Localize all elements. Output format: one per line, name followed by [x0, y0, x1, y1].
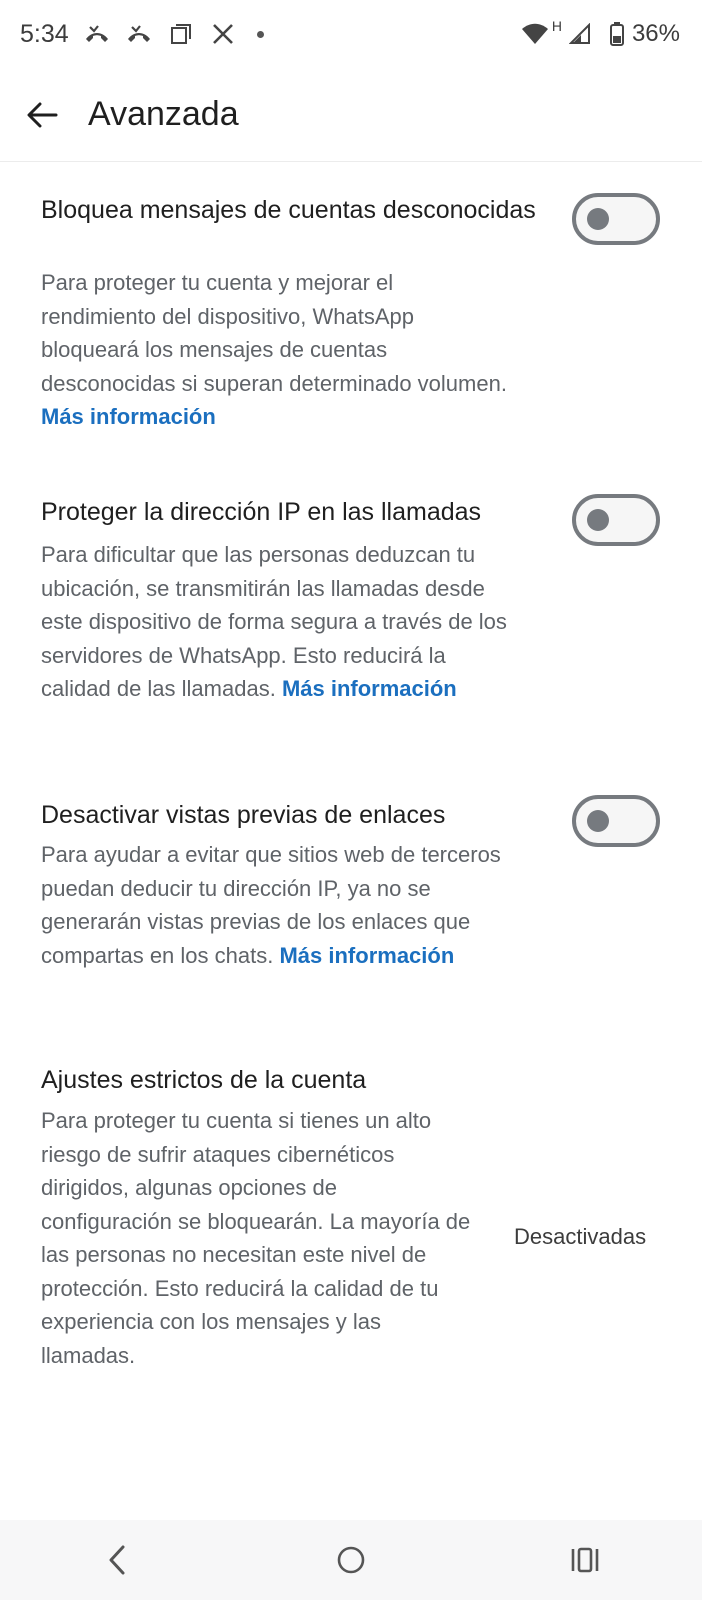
system-nav-bar: [0, 1520, 702, 1600]
network-type: H: [551, 18, 562, 34]
status-bar-right: H 36%: [520, 18, 680, 48]
status-bar: 5:34 H 36%: [0, 0, 702, 68]
x-app-icon: [209, 20, 237, 48]
setting-description: Para ayudar a evitar que sitios web de t…: [41, 838, 511, 972]
toggle-knob: [587, 509, 609, 531]
toggle-protect-ip-calls[interactable]: [572, 494, 660, 546]
toggle-block-unknown-accounts[interactable]: [572, 193, 660, 245]
missed-call-icon: [125, 20, 153, 48]
back-button[interactable]: [20, 93, 64, 137]
nav-recents-button[interactable]: [555, 1530, 615, 1590]
nav-home-button[interactable]: [321, 1530, 381, 1590]
battery-icon: [608, 20, 626, 48]
setting-value: Desactivadas: [514, 1224, 647, 1249]
signal-icon: [566, 20, 594, 48]
nav-back-button[interactable]: [87, 1530, 147, 1590]
status-time: 5:34: [20, 19, 69, 48]
dot-icon: [256, 30, 264, 38]
toggle-disable-link-previews[interactable]: [572, 795, 660, 847]
setting-description: Para dificultar que las personas deduzca…: [41, 538, 511, 706]
more-info-link[interactable]: Más información: [279, 943, 454, 968]
status-bar-left: 5:34: [20, 20, 264, 49]
toggle-knob: [587, 810, 609, 832]
back-icon: [109, 1545, 125, 1575]
arrow-left-icon: [27, 102, 58, 127]
more-info-link[interactable]: Más información: [41, 404, 216, 429]
setting-description-text: Para proteger tu cuenta y mejorar el ren…: [41, 270, 507, 396]
page-title: Avanzada: [88, 95, 239, 133]
toggle-knob: [587, 208, 609, 230]
app-bar: Avanzada: [0, 68, 702, 162]
battery-level: 36%: [631, 20, 680, 47]
setting-title: Proteger la dirección IP en las llamadas: [41, 498, 482, 526]
recents-icon: [571, 1547, 599, 1573]
wifi-icon: [520, 20, 550, 48]
setting-description: Para proteger tu cuenta y mejorar el ren…: [41, 266, 511, 434]
setting-title: Ajustes estrictos de la cuenta: [41, 1066, 367, 1094]
setting-title: Bloquea mensajes de cuentas desconocidas: [41, 196, 536, 224]
setting-title: Desactivar vistas previas de enlaces: [41, 801, 446, 829]
more-info-link[interactable]: Más información: [282, 676, 457, 701]
home-icon: [337, 1546, 365, 1574]
setting-description-text: Para proteger tu cuenta si tienes un alt…: [41, 1108, 471, 1368]
setting-description: Para proteger tu cuenta si tienes un alt…: [41, 1104, 471, 1372]
screenshot-icon: [167, 20, 195, 48]
missed-call-icon: [83, 20, 111, 48]
